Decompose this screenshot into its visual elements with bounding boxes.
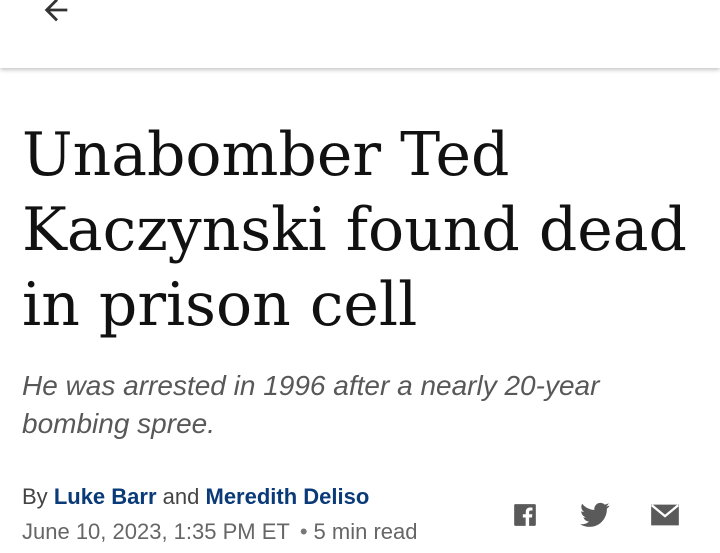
article-headline: Unabomber Ted Kaczynski found dead in pr… [22, 120, 687, 340]
article-subheadline: He was arrested in 1996 after a nearly 2… [22, 370, 600, 439]
twitter-icon [580, 502, 610, 527]
share-facebook-button[interactable] [511, 500, 539, 530]
facebook-icon [514, 504, 536, 526]
author-link-luke-barr[interactable]: Luke Barr [54, 484, 157, 509]
share-email-button[interactable] [649, 500, 681, 530]
author-link-meredith-deliso[interactable]: Meredith Deliso [206, 484, 370, 509]
byline-prefix: By [22, 484, 48, 509]
meta-separator: • [299, 519, 308, 544]
publish-date: June 10, 2023, 1:35 PM ET [22, 519, 290, 544]
arrow-left-icon [44, 0, 68, 22]
share-twitter-button[interactable] [579, 500, 611, 530]
back-button[interactable] [38, 0, 74, 28]
email-icon [650, 504, 680, 526]
article-meta: June 10, 2023, 1:35 PM ET • 5 min read [22, 517, 418, 547]
top-app-bar [0, 0, 720, 68]
read-time: 5 min read [313, 519, 418, 544]
byline: By Luke Barr and Meredith Deliso [22, 482, 369, 512]
byline-conjunction: and [162, 484, 200, 509]
